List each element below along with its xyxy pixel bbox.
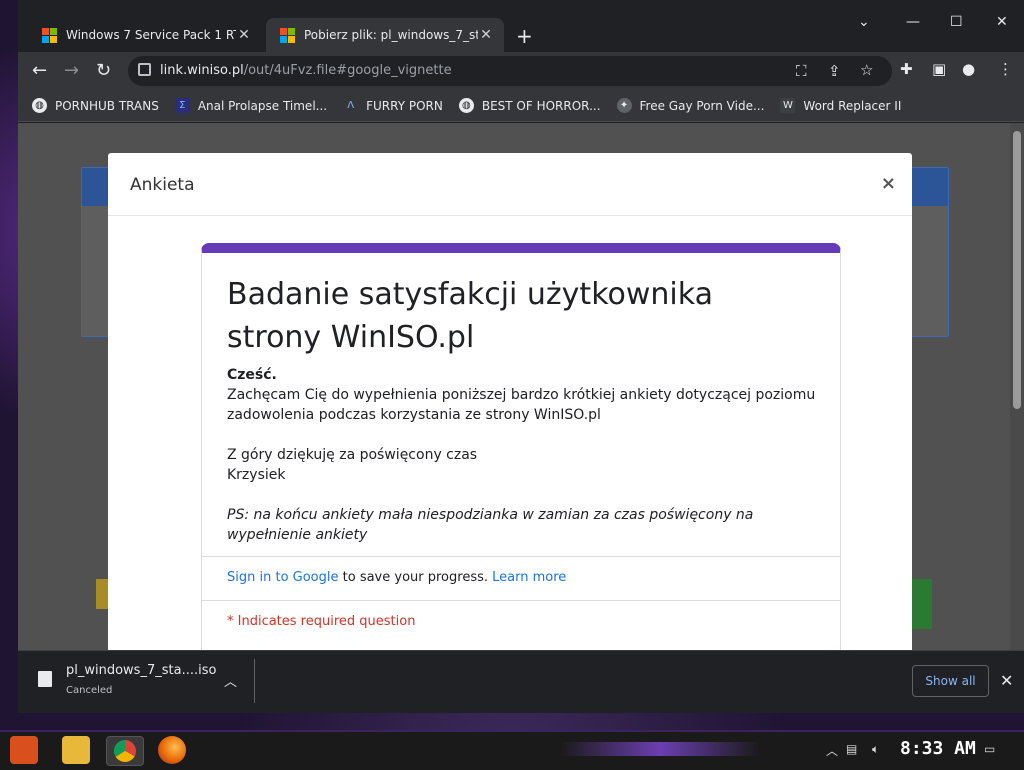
taskbar: ︿ ▤ 🔈︎ 8:33 AM ▭ — [0, 730, 1024, 770]
extension-favicon-icon: W — [780, 98, 796, 113]
signin-notice: Sign in to Google to save your progress.… — [227, 570, 566, 585]
form-thanks: Z góry dziękuję za poświęcony czas — [227, 447, 478, 463]
translate-icon[interactable]: ⛶ — [796, 62, 807, 80]
tab-pobierz-plik[interactable]: Pobierz plik: pl_windows_7_sta ✕ — [266, 18, 504, 52]
download-status: Canceled — [66, 685, 113, 696]
bookmark-item[interactable]: ◍ PORNHUB TRANS — [32, 98, 159, 113]
tab-close-icon[interactable]: ✕ — [236, 27, 252, 43]
bookmark-item[interactable]: ✦ Free Gay Porn Vide... — [616, 98, 765, 113]
bookmarks-bar: ◍ PORNHUB TRANS Σ Anal Prolapse Timel...… — [18, 90, 1024, 122]
signin-text: to save your progress. — [338, 570, 493, 585]
bookmark-star-icon[interactable]: ☆ — [860, 61, 873, 79]
windows-logo-icon — [280, 27, 295, 43]
tab-title: Windows 7 Service Pack 1 RTM — [66, 28, 236, 42]
modal-title: Ankieta — [130, 175, 195, 195]
page-scrollbar[interactable] — [1010, 123, 1024, 650]
globe-icon: ◍ — [32, 98, 47, 113]
site-favicon-icon: ✦ — [616, 98, 632, 113]
tab-title: Pobierz plik: pl_windows_7_sta — [304, 28, 478, 42]
download-separator — [254, 659, 255, 703]
bookmark-label: PORNHUB TRANS — [55, 98, 159, 113]
forward-button[interactable]: → — [64, 60, 79, 81]
firefox-icon[interactable] — [158, 736, 186, 764]
show-hidden-icons[interactable]: ︿ — [826, 742, 838, 759]
bookmark-label: Anal Prolapse Timel... — [197, 98, 328, 113]
menu-kebab-icon[interactable]: ⋮ — [998, 60, 1013, 78]
minimize-button[interactable]: — — [906, 14, 920, 30]
divider — [202, 600, 840, 601]
form-intro: Zachęcam Cię do wypełnienia poniższej ba… — [227, 387, 816, 423]
volume-icon[interactable]: 🔈︎ — [872, 742, 879, 757]
new-tab-button[interactable]: + — [516, 24, 533, 48]
lambda-icon: Λ — [343, 98, 359, 113]
profile-avatar-icon[interactable]: ● — [962, 60, 975, 78]
required-notice: * Indicates required question — [227, 614, 416, 629]
close-window-button[interactable]: ✕ — [996, 14, 1008, 30]
side-panel-icon[interactable]: ▣ — [932, 60, 946, 78]
taskbar-decoration — [560, 742, 760, 756]
learn-more-link[interactable]: Learn more — [492, 570, 566, 585]
network-icon[interactable]: ▤ — [846, 742, 857, 756]
form-ps: PS: na końcu ankiety mała niespodzianka … — [227, 507, 754, 543]
reload-button[interactable]: ↻ — [96, 60, 111, 81]
form-title: Badanie satysfakcji użytkownika strony W… — [227, 277, 713, 355]
download-filename[interactable]: pl_windows_7_sta....iso — [66, 663, 216, 678]
browser-toolbar: ← → ↻ link.winiso.pl/out/4uFvz.file#goog… — [18, 52, 1024, 90]
chrome-taskbar-button[interactable] — [106, 736, 144, 766]
signin-link[interactable]: Sign in to Google — [227, 570, 339, 585]
form-greeting: Cześć. — [227, 367, 277, 383]
iso-file-icon — [38, 671, 52, 687]
chrome-icon — [114, 740, 136, 762]
divider — [202, 556, 840, 557]
survey-modal: Ankieta × Badanie satysfakcji użytkownik… — [108, 153, 912, 650]
url-host: link.winiso.pl — [160, 63, 244, 78]
tab-close-icon[interactable]: ✕ — [478, 27, 494, 43]
extensions-icon[interactable]: ✚ — [900, 60, 913, 78]
taskbar-clock[interactable]: 8:33 AM — [900, 738, 976, 759]
show-all-button[interactable]: Show all — [912, 665, 989, 697]
chevron-up-icon[interactable]: ︿ — [224, 671, 237, 690]
download-bar: pl_windows_7_sta....iso Canceled ︿ Show … — [18, 650, 1024, 713]
tab-strip: Windows 7 Service Pack 1 RTM ✕ Pobierz p… — [18, 0, 1024, 52]
bookmark-label: FURRY PORN — [366, 98, 443, 113]
bookmark-item[interactable]: Σ Anal Prolapse Timel... — [174, 98, 328, 113]
share-icon[interactable]: ⇪ — [828, 62, 841, 80]
globe-icon: ◍ — [458, 98, 474, 113]
tab-windows-7-sp1[interactable]: Windows 7 Service Pack 1 RTM ✕ — [28, 18, 262, 52]
bookmark-label: BEST OF HORROR... — [481, 98, 601, 113]
form-description: Cześć. Zachęcam Cię do wypełnienia poniż… — [227, 365, 817, 545]
windows-logo-icon — [42, 27, 57, 43]
start-button[interactable] — [10, 736, 38, 764]
address-bar[interactable]: link.winiso.pl/out/4uFvz.file#google_vig… — [128, 56, 892, 86]
bookmark-item[interactable]: Λ FURRY PORN — [343, 98, 443, 113]
back-button[interactable]: ← — [32, 60, 47, 81]
bookmark-item[interactable]: ◍ BEST OF HORROR... — [458, 98, 601, 113]
page-viewport: Ankieta × Badanie satysfakcji użytkownik… — [18, 123, 1024, 650]
file-explorer-icon[interactable] — [62, 736, 90, 764]
close-download-bar-icon[interactable]: ✕ — [1000, 671, 1013, 690]
lock-icon[interactable] — [138, 63, 151, 76]
notifications-icon[interactable]: ▭ — [984, 742, 995, 756]
url-path: /out/4uFvz.file#google_vignette — [243, 63, 452, 78]
browser-window: Windows 7 Service Pack 1 RTM ✕ Pobierz p… — [18, 0, 1024, 713]
google-form-card: Badanie satysfakcji użytkownika strony W… — [201, 243, 841, 650]
bookmark-label: Word Replacer II — [803, 98, 902, 113]
address-url: link.winiso.pl/out/4uFvz.file#google_vig… — [160, 63, 452, 78]
site-favicon-icon: Σ — [174, 98, 190, 113]
scrollbar-thumb[interactable] — [1013, 131, 1021, 409]
form-signature: Krzysiek — [227, 467, 286, 483]
bookmark-label: Free Gay Porn Vide... — [639, 98, 765, 113]
modal-close-button[interactable]: × — [881, 173, 896, 194]
bookmark-item[interactable]: W Word Replacer II — [780, 98, 901, 113]
maximize-button[interactable]: ☐ — [950, 14, 963, 30]
tab-search-chevron-icon[interactable]: ⌄ — [858, 14, 870, 30]
modal-header: Ankieta × — [108, 153, 912, 216]
